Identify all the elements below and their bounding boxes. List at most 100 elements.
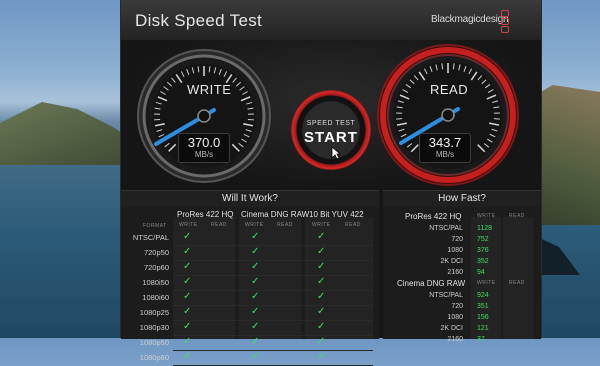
format-row-label: 1080p60: [123, 353, 169, 362]
how-fast-read-column: [503, 217, 533, 339]
hf-write-header: WRITE: [477, 213, 496, 219]
prores-read-header: READ: [211, 222, 227, 228]
how-fast-row-label: 2160: [413, 336, 463, 343]
brand-logo-icon: [501, 10, 509, 32]
hf-read-header-2: READ: [509, 280, 525, 286]
read-value: 343.7: [420, 135, 470, 150]
check-icon: ✓: [317, 306, 325, 317]
row-divider: [173, 335, 373, 336]
app-title: Disk Speed Test: [135, 11, 262, 31]
gauge-tick: [442, 63, 443, 69]
how-fast-row-label: 2K DCI: [413, 258, 463, 265]
how-fast-write-value: 156: [477, 314, 489, 321]
format-row-label: 1080i50: [123, 278, 169, 287]
how-fast-write-value: 121: [477, 325, 489, 332]
row-divider: [173, 275, 373, 276]
gauge-area: WRITE 370.0 MB/s READ 343.7 MB/s SPEED T…: [121, 40, 541, 190]
how-fast-write-value: 1128: [477, 225, 492, 232]
prores-write-header: WRITE: [179, 222, 198, 228]
gauge-tick: [198, 66, 199, 72]
check-icon: ✓: [251, 246, 259, 257]
check-icon: ✓: [183, 231, 191, 242]
how-fast-write-value: 924: [477, 292, 489, 299]
read-gauge: [376, 43, 520, 187]
yuv-write-header: WRITE: [312, 222, 331, 228]
format-row-label: 720p60: [123, 263, 169, 272]
check-icon: ✓: [183, 246, 191, 257]
how-fast-title: How Fast?: [383, 191, 541, 207]
start-button-label: START: [291, 129, 371, 146]
check-icon: ✓: [317, 261, 325, 272]
check-icon: ✓: [251, 351, 259, 362]
how-fast-write-value: 352: [477, 258, 489, 265]
format-row-label: 1080p30: [123, 323, 169, 332]
read-gauge-label: READ: [430, 82, 468, 97]
gauge-tick: [209, 66, 210, 72]
check-icon: ✓: [251, 306, 259, 317]
how-fast-write-value: 351: [477, 303, 489, 310]
read-value-box: 343.7 MB/s: [419, 133, 471, 163]
col-10bit-yuv: 10 Bit YUV 422: [309, 210, 364, 219]
how-fast-row-label: 720: [413, 303, 463, 310]
how-fast-row-label: 1080: [413, 314, 463, 321]
check-icon: ✓: [251, 291, 259, 302]
format-row-label: 1080p50: [123, 338, 169, 347]
row-divider: [173, 350, 373, 351]
row-divider: [173, 245, 373, 246]
hf-group-prores: ProRes 422 HQ: [405, 212, 461, 221]
how-fast-write-value: 94: [477, 269, 485, 276]
check-icon: ✓: [251, 261, 259, 272]
row-divider: [173, 260, 373, 261]
check-icon: ✓: [183, 321, 191, 332]
will-it-work-panel: Will It Work? ProRes 422 HQ Cinema DNG R…: [121, 190, 379, 339]
how-fast-row-label: NTSC/PAL: [413, 292, 463, 299]
hf-group-cinema-dng: Cinema DNG RAW: [397, 279, 465, 288]
format-row-label: 720p50: [123, 248, 169, 257]
check-icon: ✓: [317, 291, 325, 302]
how-fast-panel: How Fast? ProRes 422 HQ WRITE READ Cinem…: [383, 190, 541, 339]
how-fast-row-label: 2160: [413, 269, 463, 276]
read-unit: MB/s: [420, 150, 470, 159]
write-unit: MB/s: [179, 150, 229, 159]
check-icon: ✓: [183, 306, 191, 317]
check-icon: ✓: [183, 276, 191, 287]
col-prores: ProRes 422 HQ: [177, 210, 233, 219]
hf-read-header: READ: [509, 213, 525, 219]
title-bar[interactable]: Disk Speed Test Blackmagicdesign: [121, 0, 541, 41]
mouse-pointer-icon: [331, 146, 341, 160]
check-icon: ✓: [183, 291, 191, 302]
check-icon: ✓: [317, 321, 325, 332]
start-button-caption: SPEED TEST: [291, 120, 371, 127]
format-header: FORMAT: [143, 223, 167, 229]
check-icon: ✓: [183, 351, 191, 362]
will-it-work-title: Will It Work?: [121, 191, 379, 207]
write-value: 370.0: [179, 135, 229, 150]
check-icon: ✓: [183, 261, 191, 272]
hf-write-header-2: WRITE: [477, 280, 496, 286]
format-row-label: 1080p25: [123, 308, 169, 317]
brand-name: Blackmagicdesign: [431, 14, 508, 25]
gauge-tick: [453, 63, 454, 69]
how-fast-row-label: 1080: [413, 247, 463, 254]
row-divider: [173, 305, 373, 306]
how-fast-row-label: 720: [413, 236, 463, 243]
format-row-label: 1080i60: [123, 293, 169, 302]
check-icon: ✓: [317, 276, 325, 287]
cdng-read-header: READ: [277, 222, 293, 228]
how-fast-row-label: NTSC/PAL: [413, 225, 463, 232]
cdng-write-header: WRITE: [245, 222, 264, 228]
check-icon: ✓: [317, 231, 325, 242]
write-value-box: 370.0 MB/s: [178, 133, 230, 163]
disk-speed-test-window: Disk Speed Test Blackmagicdesign WRITE 3…: [120, 0, 542, 338]
yuv-read-header: READ: [345, 222, 361, 228]
write-gauge-label: WRITE: [187, 82, 231, 97]
check-icon: ✓: [251, 231, 259, 242]
check-icon: ✓: [317, 351, 325, 362]
col-cinema-dng: Cinema DNG RAW: [241, 210, 309, 219]
write-gauge: [136, 48, 272, 184]
row-divider: [173, 290, 373, 291]
check-icon: ✓: [251, 276, 259, 287]
how-fast-write-value: 37: [477, 336, 485, 343]
how-fast-row-label: 2K DCI: [413, 325, 463, 332]
format-row-label: NTSC/PAL: [123, 233, 169, 242]
